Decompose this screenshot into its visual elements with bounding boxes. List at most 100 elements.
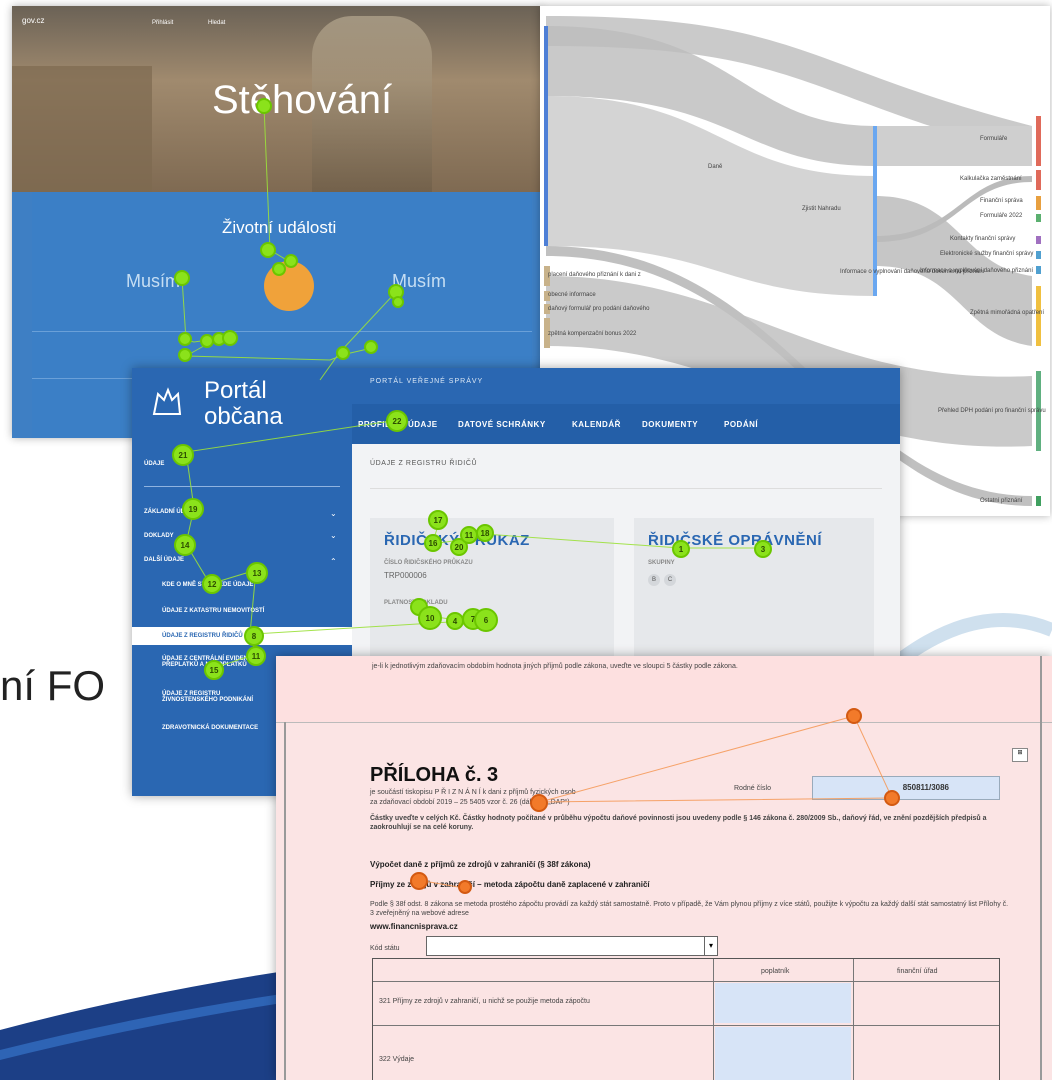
- gaze-point-orange: [884, 790, 900, 806]
- input-321[interactable]: [715, 983, 851, 1023]
- method-paragraph: Podle § 38f odst. 8 zákona se metoda pro…: [370, 901, 1009, 917]
- nav-dokumenty[interactable]: DOKUMENTY: [642, 420, 698, 429]
- form-border-right: [1040, 656, 1042, 1080]
- gaze-point: [392, 296, 404, 308]
- sidebar-item-katastr[interactable]: ÚDAJE Z KATASTRU NEMOVITOSTÍ: [162, 608, 264, 614]
- sankey-left-label: zpětná kompenzační bonus 2022: [548, 331, 637, 337]
- top-text: je-li k jednotlivým zdaňovacím obdobím h…: [372, 663, 738, 670]
- gaze-point: [178, 332, 192, 346]
- slide-text-line1: ní FO: [0, 662, 106, 709]
- sankey-right-label: Kontakty finanční správy: [950, 236, 1016, 242]
- lion-crest-icon: [146, 384, 186, 424]
- gaze-point-19: 19: [182, 498, 204, 520]
- must-left-heading[interactable]: Musím: [126, 271, 180, 292]
- gaze-point-22: 22: [386, 410, 408, 432]
- sankey-right-label: Formuláře: [980, 136, 1008, 142]
- sankey-right-label: Kalkulačka zaměstnání: [960, 176, 1022, 182]
- gaze-point-17: 17: [428, 510, 448, 530]
- site-logo[interactable]: gov.cz: [22, 16, 45, 25]
- gaze-point-orange: [846, 708, 862, 724]
- sidebar-divider: [144, 486, 340, 487]
- gaze-point-18: 18: [476, 524, 494, 542]
- logo-line2: občana: [204, 403, 283, 430]
- gaze-point-11b: 11: [246, 646, 266, 666]
- card-label: SKUPINY: [648, 560, 675, 566]
- page-title: Stěhování: [212, 78, 393, 122]
- sankey-mid-label: Daně: [708, 164, 723, 170]
- website-link[interactable]: www.financnisprava.cz: [370, 922, 458, 931]
- nav-udaje[interactable]: ÚDAJE: [408, 420, 438, 429]
- gaze-point: [174, 270, 190, 286]
- sankey-right-label: Finanční správa: [980, 198, 1023, 204]
- gaze-point: [260, 242, 276, 258]
- sankey-right-label: Elektronické služby finanční správy: [940, 251, 1034, 257]
- gaze-point-14: 14: [174, 534, 196, 556]
- sidebar-heading[interactable]: ÚDAJE: [144, 461, 164, 467]
- section-heading: Výpočet daně z příjmů ze zdrojů v zahran…: [370, 860, 591, 869]
- rodne-cislo-label: Rodné číslo: [734, 785, 771, 792]
- sidebar-item-doklady[interactable]: DOKLADY: [144, 533, 174, 539]
- nav-link-login[interactable]: Přihlásit: [152, 20, 173, 26]
- gaze-point-13: 13: [246, 562, 268, 584]
- gaze-point: [284, 254, 298, 268]
- col-header-office: finanční úřad: [897, 968, 938, 975]
- rodne-cislo-field[interactable]: 850811/3086: [812, 776, 1000, 800]
- gaze-point-6: 6: [474, 608, 498, 632]
- gaze-point-21: 21: [172, 444, 194, 466]
- form-heading: PŘÍLOHA č. 3: [370, 764, 499, 786]
- gaze-point-12: 12: [202, 574, 222, 594]
- gaze-point-10: 10: [418, 606, 442, 630]
- badge-c: C: [664, 574, 676, 586]
- sankey-right-label: Informace o vyplňování daňového přiznání: [920, 268, 1034, 274]
- info-icon[interactable]: ⊞: [1012, 748, 1028, 762]
- table-row-322: 322 Výdaje: [379, 1056, 415, 1063]
- sankey-left-label: obecné informace: [548, 292, 596, 298]
- form-border-left: [284, 722, 286, 1080]
- divider: [370, 488, 882, 489]
- input-322[interactable]: [715, 1027, 851, 1080]
- sidebar-item-registr-ridicu[interactable]: ÚDAJE Z REGISTRU ŘIDIČŮ: [132, 627, 352, 645]
- table-line: [713, 959, 714, 1080]
- gaze-point: [222, 330, 238, 346]
- sankey-mid-label: Zjistit Nahradu: [802, 206, 841, 212]
- gaze-point: [272, 262, 286, 276]
- card-label: ČÍSLO ŘIDIČSKÉHO PRŮKAZU: [384, 560, 473, 566]
- chevron-down-icon[interactable]: ⌄: [330, 531, 337, 540]
- kod-statu-label: Kód státu: [370, 945, 400, 952]
- instructions-paragraph: Částky uveďte v celých Kč. Částky hodnot…: [370, 815, 987, 831]
- sidebar-item-zdravotnicka[interactable]: ZDRAVOTNICKÁ DOKUMENTACE: [162, 725, 258, 731]
- badge-b: B: [648, 574, 660, 586]
- gaze-point-orange: [530, 794, 548, 812]
- col-header-payer: poplatník: [761, 968, 790, 975]
- rodne-cislo-value: 850811/3086: [902, 783, 949, 792]
- table-row-321: 321 Příjmy ze zdrojů v zahraničí, u nich…: [379, 998, 590, 1005]
- nav-datove-schranky[interactable]: DATOVÉ SCHRÁNKY: [458, 420, 546, 429]
- chevron-down-icon[interactable]: ⌄: [330, 509, 337, 518]
- nav-podani[interactable]: PODÁNÍ: [724, 420, 758, 429]
- divider: [32, 331, 532, 332]
- moving-boxes: [12, 66, 152, 192]
- gaze-point: [336, 346, 350, 360]
- sankey-right-label: Přehled DPH podání pro finanční správu: [938, 408, 1046, 414]
- table-line: [373, 1025, 999, 1026]
- gaze-point: [178, 348, 192, 362]
- sankey-left-label: placení daňového přiznání k dani z: [548, 272, 641, 278]
- header-bar: [352, 368, 900, 404]
- life-events-heading: Životní události: [222, 218, 337, 237]
- gaze-point: [256, 98, 272, 114]
- gaze-point-15: 15: [204, 660, 224, 680]
- dropdown-arrow-icon[interactable]: ▾: [704, 937, 717, 955]
- portal-logo[interactable]: Portál občana: [204, 378, 283, 430]
- sidebar-item-dalsi-udaje[interactable]: DALŠÍ ÚDAJE: [144, 557, 184, 563]
- chevron-up-icon[interactable]: ⌃: [330, 557, 337, 566]
- tax-table: poplatník finanční úřad 321 Příjmy ze zd…: [372, 958, 1000, 1080]
- card-value: TRP000006: [384, 571, 427, 580]
- sidebar-item-zivnostenske[interactable]: ÚDAJE Z REGISTRU ŽIVNOSTENSKÉHO PODNIKÁN…: [162, 691, 272, 703]
- gaze-point: [364, 340, 378, 354]
- kod-statu-select[interactable]: ▾: [426, 936, 718, 956]
- gaze-point-3: 3: [754, 540, 772, 558]
- breadcrumb[interactable]: PORTÁL VEŘEJNÉ SPRÁVY: [370, 378, 483, 385]
- nav-link-search[interactable]: Hledat: [208, 20, 225, 26]
- gaze-point-8: 8: [244, 626, 264, 646]
- nav-kalendar[interactable]: KALENDÁŘ: [572, 420, 621, 429]
